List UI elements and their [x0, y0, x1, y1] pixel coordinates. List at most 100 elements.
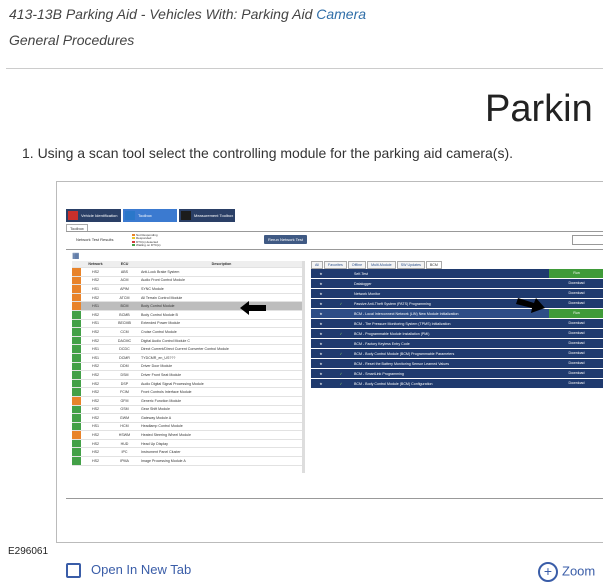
module-description: Body Control Module B [141, 312, 178, 317]
function-name: BCM - Reset the Battery Monitoring Senso… [354, 361, 450, 366]
function-name: BCM - Body Control Module (BCM) Programm… [354, 351, 455, 356]
favorite-star-icon[interactable]: ★ [311, 322, 331, 326]
rerun-network-test-button[interactable]: Rerun Network Test [264, 235, 307, 244]
function-action-button[interactable]: Download [549, 349, 603, 358]
figure-label: E296061 [8, 546, 49, 557]
check-icon: ✓ [339, 371, 343, 376]
favorite-star-icon[interactable]: ★ [311, 382, 331, 386]
toolbar-tab-0[interactable]: Vehicle Identification [66, 209, 121, 222]
open-in-new-tab-link[interactable]: Open In New Tab [66, 562, 192, 579]
open-tab-label: Open In New Tab [91, 562, 192, 577]
function-action-button[interactable]: Download [549, 279, 603, 288]
module-network: HS1 [92, 347, 99, 352]
camera-link[interactable]: Camera [316, 6, 366, 22]
function-row[interactable]: ★ ✓ BCM - Body Control Module (BCM) Config… [311, 379, 603, 389]
function-action-button[interactable]: Download [549, 359, 603, 368]
favorite-star-icon[interactable]: ★ [311, 372, 331, 376]
status-indicator [72, 414, 81, 422]
module-row[interactable]: HS1 DCDC Direct Current/Direct Current Con… [72, 345, 302, 354]
function-action-button[interactable]: Download [549, 299, 603, 308]
status-indicator [72, 336, 81, 345]
module-row[interactable]: HS2 CCM Cruise Control Module [72, 328, 302, 337]
module-row[interactable]: HS2 ABS Anti-Lock Brake System [72, 268, 302, 277]
check-icon: ✓ [339, 301, 343, 306]
module-list-scrollbar[interactable] [302, 261, 305, 473]
function-action-button[interactable]: Download [549, 319, 603, 328]
pointer-arrow-right [516, 298, 545, 313]
module-row[interactable]: HS1 BECMB Extended Power Module [72, 319, 302, 329]
function-row[interactable]: ★ ✓ BCM - SmartLink Programming Download [311, 369, 603, 379]
module-row[interactable]: HS2 DDM Driver Door Module [72, 362, 302, 372]
function-row[interactable]: ★ BCM - Local Interconnect Network (LIN) … [311, 309, 603, 319]
function-row[interactable]: ★ ✓ BCM - Programmable Module Installation… [311, 329, 603, 339]
module-row[interactable]: HS2 ACM Audio Front Control Module [72, 276, 302, 286]
function-row[interactable]: ★ Datalogger Download [311, 279, 603, 289]
favorite-star-icon[interactable]: ★ [311, 302, 331, 306]
module-row[interactable]: HS2 GWM Gateway Module A [72, 414, 302, 423]
status-indicator [72, 310, 81, 319]
favorite-star-icon[interactable]: ★ [311, 292, 331, 296]
function-row[interactable]: ★ ✓ BCM - Body Control Module (BCM) Progra… [311, 349, 603, 359]
status-indicator [72, 405, 81, 414]
module-list: Network ECU Description HS2 ABS Anti-Lock … [72, 261, 302, 466]
function-tab[interactable]: All [311, 261, 323, 269]
status-indicator [72, 439, 81, 448]
module-row[interactable]: HS2 IPC Instrument Panel Cluster [72, 448, 302, 458]
search-input[interactable] [572, 235, 603, 245]
favorite-star-icon[interactable]: ★ [311, 332, 331, 336]
function-row[interactable]: ★ BCM - Reset the Battery Monitoring Sens… [311, 359, 603, 369]
function-action-button[interactable]: Download [549, 329, 603, 338]
favorite-star-icon[interactable]: ★ [311, 352, 331, 356]
function-action-button[interactable]: Download [549, 379, 603, 388]
favorite-star-icon[interactable]: ★ [311, 362, 331, 366]
module-row[interactable]: HS2 IPMA Image Processing Module A [72, 457, 302, 466]
module-row[interactable]: HS2 DSM Driver Front Seat Module [72, 371, 302, 380]
function-action-button[interactable]: Run [549, 309, 603, 318]
zoom-button[interactable]: + Zoom [538, 562, 595, 582]
module-row[interactable]: HS1 HCM Headlamp Control Module [72, 422, 302, 432]
module-row[interactable]: HS1 APIM SYNC Module [72, 285, 302, 294]
favorite-star-icon[interactable]: ★ [311, 312, 331, 316]
toolbar-tab-1[interactable]: Toolbox [123, 209, 177, 222]
function-tab[interactable]: Favorites [324, 261, 347, 269]
function-tab[interactable]: BCM [425, 261, 442, 269]
module-row[interactable]: HS2 HSWM Heated Steering Wheel Module [72, 431, 302, 440]
module-description: Extended Power Module [141, 321, 181, 326]
function-name: BCM - Factory Keyless Entry Code [354, 341, 410, 346]
function-name: BCM - SmartLink Programming [354, 371, 404, 376]
function-row[interactable]: ★ Network Monitor Download [311, 289, 603, 299]
module-row[interactable]: HS2 DSP Audio Digital Signal Processing Mo… [72, 379, 302, 389]
function-tab[interactable]: SW Updates [396, 261, 425, 269]
toolbar-tab-2[interactable]: Measurement Toolbox [179, 209, 235, 222]
check-icon: ✓ [339, 351, 343, 356]
function-tabs: All Favorites Offline Multi-Module SW Update… [311, 261, 443, 269]
function-row[interactable]: ★ BCM - Factory Keyless Entry Code Downloa… [311, 339, 603, 349]
function-row[interactable]: ★ BCM - Tire Pressure Monitoring System (… [311, 319, 603, 329]
module-row[interactable]: HS2 GFM Generic Function Module [72, 396, 302, 406]
function-action-button[interactable]: Download [549, 369, 603, 378]
module-ecu: GWM [119, 415, 130, 420]
function-row[interactable]: ★ ✓ Passive Anti-Theft System (PATS) Progr… [311, 299, 603, 309]
favorite-star-icon[interactable]: ★ [311, 272, 331, 276]
function-row[interactable]: ★ Self-Test Run [311, 269, 603, 279]
function-name: BCM - Body Control Module (BCM) Configur… [354, 381, 433, 386]
status-indicator [72, 362, 81, 371]
favorite-star-icon[interactable]: ★ [311, 282, 331, 286]
function-action-button[interactable]: Download [549, 289, 603, 298]
module-row[interactable]: HS2 DACMC Digital Audio Control Module C [72, 336, 302, 346]
module-row[interactable]: HS2 HUD Head Up Display [72, 439, 302, 449]
scan-tool-figure[interactable]: Vehicle Identification Toolbox Measurement… [56, 181, 603, 543]
function-action-button[interactable]: Run [549, 269, 603, 278]
zoom-label: Zoom [562, 563, 596, 579]
module-row[interactable]: HS2 FCIM Front Controls Interface Module [72, 388, 302, 397]
grid-view-icon[interactable]: ▦ [72, 251, 80, 260]
function-tab[interactable]: Multi-Module [367, 261, 396, 269]
favorite-star-icon[interactable]: ★ [311, 342, 331, 346]
function-tab[interactable]: Offline [347, 261, 367, 269]
module-ecu: APIM [120, 286, 129, 291]
module-ecu: DCDC [119, 347, 130, 352]
module-row[interactable]: HS2 GSM Gear Shift Module [72, 405, 302, 415]
function-action-button[interactable]: Download [549, 339, 603, 348]
module-row[interactable]: HS1 DCMR TYDCMR_en_US??? [72, 353, 302, 363]
module-description: Audio Front Control Module [141, 278, 185, 283]
